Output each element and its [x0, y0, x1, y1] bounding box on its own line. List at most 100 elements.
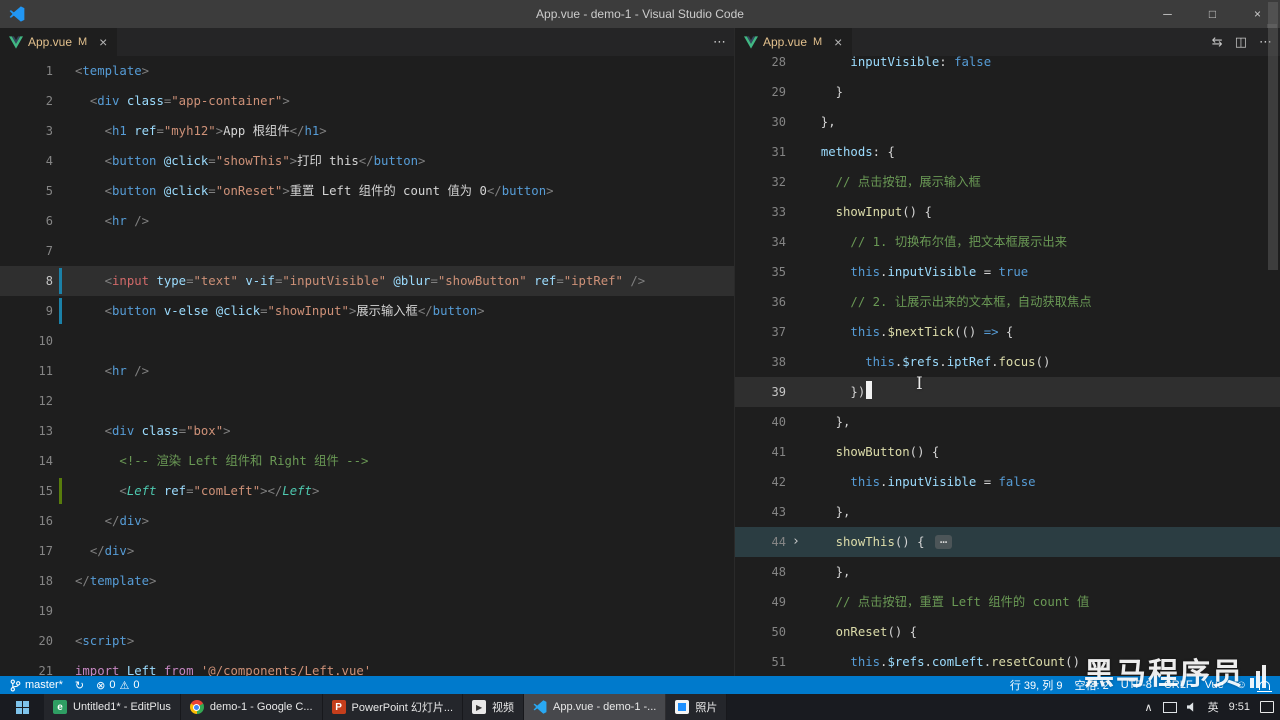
line-number[interactable]: 1	[0, 56, 53, 86]
line-number[interactable]: 4	[0, 146, 53, 176]
code-editor-left[interactable]: 1 <template> 2 <div class="app-container">…	[0, 56, 734, 676]
line-number[interactable]: 43	[735, 497, 786, 527]
code-line-31[interactable]: 31 methods: {	[735, 137, 1280, 167]
line-number[interactable]: 17	[0, 536, 53, 566]
status-item-0[interactable]: 行 39, 列 9	[1010, 677, 1063, 693]
close-icon[interactable]: ×	[95, 34, 111, 50]
line-number[interactable]: 6	[0, 206, 53, 236]
code-line-19[interactable]: 19	[0, 596, 734, 626]
code-line-40[interactable]: 40 },	[735, 407, 1280, 437]
code-line-13[interactable]: 13 <div class="box">	[0, 416, 734, 446]
code-line-35[interactable]: 35 this.inputVisible = true	[735, 257, 1280, 287]
code-line-50[interactable]: 50 onReset() {	[735, 617, 1280, 647]
split-editor-icon[interactable]: ◫	[1235, 34, 1247, 50]
minimize-button[interactable]: ─	[1145, 0, 1190, 28]
line-number[interactable]: 37	[735, 317, 786, 347]
line-number[interactable]: 28	[735, 56, 786, 77]
line-number[interactable]: 10	[0, 326, 53, 356]
line-number[interactable]: 42	[735, 467, 786, 497]
line-number[interactable]: 16	[0, 506, 53, 536]
code-line-44[interactable]: 44 › showThis() { ⋯	[735, 527, 1280, 557]
code-line-12[interactable]: 12	[0, 386, 734, 416]
code-line-41[interactable]: 41 showButton() {	[735, 437, 1280, 467]
clock[interactable]: 9:51	[1229, 701, 1250, 713]
taskbar-item-chrome[interactable]: demo-1 - Google C...	[180, 694, 323, 720]
code-line-48[interactable]: 48 },	[735, 557, 1280, 587]
code-line-4[interactable]: 4 <button @click="showThis">打印 this</but…	[0, 146, 734, 176]
maximize-button[interactable]: □	[1190, 0, 1235, 28]
line-number[interactable]: 13	[0, 416, 53, 446]
line-number[interactable]: 50	[735, 617, 786, 647]
scrollbar-thumb-right[interactable]	[1268, 2, 1278, 270]
display-icon[interactable]	[1162, 701, 1177, 713]
code-line-5[interactable]: 5 <button @click="onReset">重置 Left 组件的 c…	[0, 176, 734, 206]
code-line-16[interactable]: 16 </div>	[0, 506, 734, 536]
speaker-icon[interactable]	[1186, 702, 1194, 712]
line-number[interactable]: 29	[735, 77, 786, 107]
line-number[interactable]: 33	[735, 197, 786, 227]
line-number[interactable]: 39	[735, 377, 786, 407]
line-number[interactable]: 7	[0, 236, 53, 266]
code-line-32[interactable]: 32 // 点击按钮，展示输入框	[735, 167, 1280, 197]
code-line-18[interactable]: 18 </template>	[0, 566, 734, 596]
code-line-14[interactable]: 14 <!-- 渲染 Left 组件和 Right 组件 -->	[0, 446, 734, 476]
code-line-28[interactable]: 28 inputVisible: false	[735, 56, 1280, 77]
code-line-1[interactable]: 1 <template>	[0, 56, 734, 86]
code-line-15[interactable]: 15 <Left ref="comLeft"></Left>	[0, 476, 734, 506]
line-number[interactable]: 48	[735, 557, 786, 587]
fold-collapsed-icon[interactable]: ›	[792, 527, 800, 557]
tab-appvue-left[interactable]: App.vue M ×	[0, 28, 118, 56]
line-number[interactable]: 32	[735, 167, 786, 197]
code-line-29[interactable]: 29 }	[735, 77, 1280, 107]
line-number[interactable]: 21	[0, 656, 53, 676]
code-line-11[interactable]: 11 <hr />	[0, 356, 734, 386]
line-number[interactable]: 40	[735, 407, 786, 437]
start-button[interactable]	[0, 694, 44, 720]
taskbar-item-video[interactable]: ▶ 视频	[463, 694, 525, 720]
code-line-8[interactable]: 8 <input type="text" v-if="inputVisible"…	[0, 266, 734, 296]
tab-appvue-right[interactable]: App.vue M ×	[735, 28, 853, 56]
code-line-30[interactable]: 30 },	[735, 107, 1280, 137]
line-number[interactable]: 51	[735, 647, 786, 676]
code-editor-right[interactable]: 28 inputVisible: false 29 } 30 }, 31 method…	[735, 56, 1280, 676]
code-line-21[interactable]: 21 import Left from '@/components/Left.vu…	[0, 656, 734, 676]
line-number[interactable]: 49	[735, 587, 786, 617]
code-line-7[interactable]: 7	[0, 236, 734, 266]
code-line-34[interactable]: 34 // 1. 切换布尔值，把文本框展示出来	[735, 227, 1280, 257]
line-number[interactable]: 3	[0, 116, 53, 146]
line-number[interactable]: 36	[735, 287, 786, 317]
line-number[interactable]: 18	[0, 566, 53, 596]
code-line-20[interactable]: 20 <script>	[0, 626, 734, 656]
taskbar-item-photos[interactable]: 照片	[666, 694, 728, 720]
open-changes-icon[interactable]: ⇆	[1212, 34, 1223, 50]
code-line-37[interactable]: 37 this.$nextTick(() => {	[735, 317, 1280, 347]
line-number[interactable]: 5	[0, 176, 53, 206]
code-line-10[interactable]: 10	[0, 326, 734, 356]
line-number[interactable]: 35	[735, 257, 786, 287]
notification-center-icon[interactable]	[1260, 701, 1274, 713]
line-number[interactable]: 14	[0, 446, 53, 476]
line-number[interactable]: 8	[0, 266, 53, 296]
taskbar-item-vscode[interactable]: App.vue - demo-1 -...	[524, 694, 667, 720]
problems-item[interactable]: ⊗ 0 ⚠ 0	[96, 679, 139, 692]
tray-chevron-icon[interactable]: ∧	[1145, 701, 1153, 714]
git-branch-item[interactable]: master*	[10, 679, 63, 692]
line-number[interactable]: 11	[0, 356, 53, 386]
more-actions-icon[interactable]: ⋯	[713, 34, 726, 50]
code-line-33[interactable]: 33 showInput() {	[735, 197, 1280, 227]
sync-button[interactable]: ↻	[75, 679, 84, 692]
line-number[interactable]: 15	[0, 476, 53, 506]
line-number[interactable]: 19	[0, 596, 53, 626]
input-method-indicator[interactable]: 英	[1208, 699, 1219, 715]
code-line-43[interactable]: 43 },	[735, 497, 1280, 527]
close-icon[interactable]: ×	[830, 34, 846, 50]
taskbar-item-editplus[interactable]: e Untitled1* - EditPlus	[44, 694, 181, 720]
taskbar-item-powerpoint[interactable]: P PowerPoint 幻灯片...	[322, 694, 464, 720]
line-number[interactable]: 31	[735, 137, 786, 167]
line-number[interactable]: 34	[735, 227, 786, 257]
code-line-17[interactable]: 17 </div>	[0, 536, 734, 566]
line-number[interactable]: 44	[735, 527, 786, 557]
code-line-3[interactable]: 3 <h1 ref="myh12">App 根组件</h1>	[0, 116, 734, 146]
line-number[interactable]: 12	[0, 386, 53, 416]
code-line-38[interactable]: 38 this.$refs.iptRef.focus()	[735, 347, 1280, 377]
